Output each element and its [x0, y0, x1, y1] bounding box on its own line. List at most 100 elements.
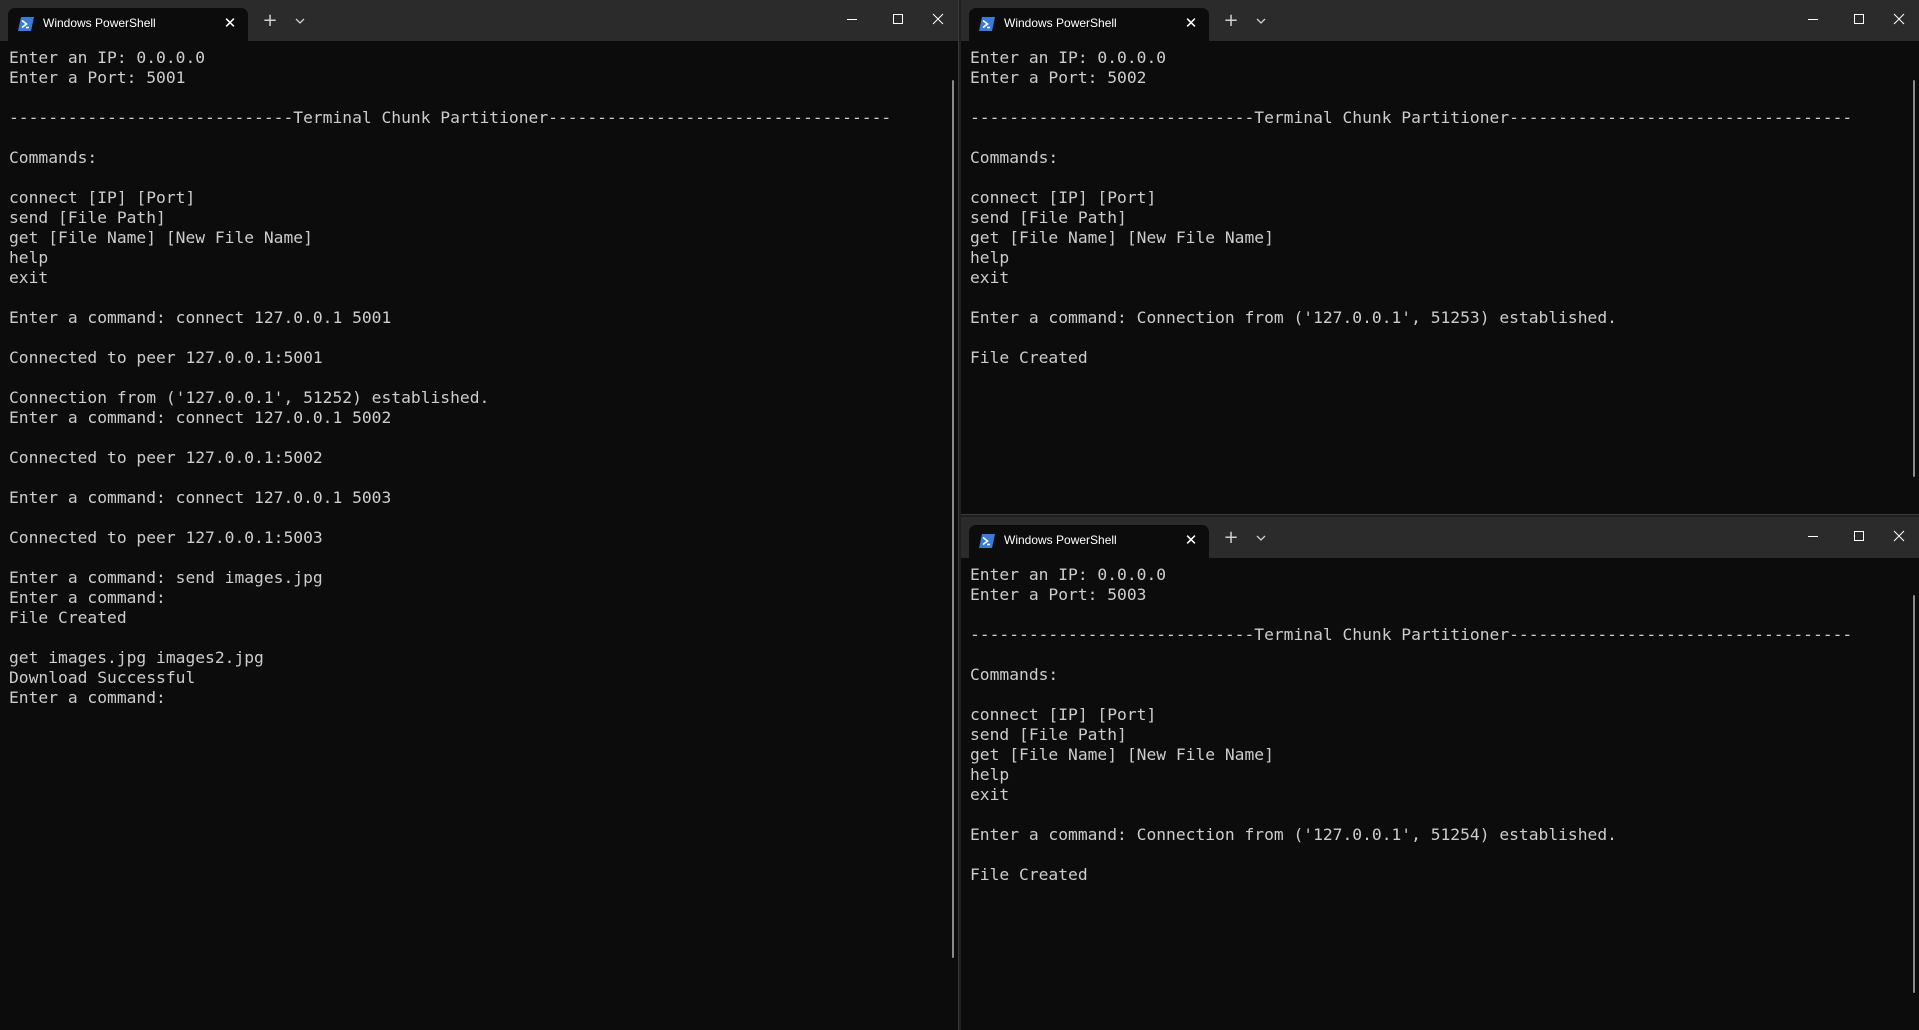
plus-icon[interactable]: + [1221, 528, 1241, 548]
maximize-button[interactable] [1839, 521, 1879, 551]
powershell-window-2[interactable]: Windows PowerShell ✕ + Enter an IP: 0.0.… [961, 0, 1919, 515]
terminal-line: help [9, 248, 49, 267]
terminal-line: Enter a Port: 5002 [970, 68, 1147, 87]
terminal-line: -----------------------------Terminal Ch… [970, 108, 1853, 127]
terminal-line: Commands: [9, 148, 98, 167]
terminal-output[interactable]: Enter an IP: 0.0.0.0 Enter a Port: 5003 -… [970, 565, 1899, 1030]
terminal-line: get [File Name] [New File Name] [970, 228, 1274, 247]
terminal-line: File Created [970, 865, 1088, 884]
scrollbar[interactable] [1913, 80, 1915, 477]
terminal-line: Download Successful [9, 668, 196, 687]
terminal-line: Enter an IP: 0.0.0.0 [9, 48, 206, 67]
terminal-line: Enter a command: send images.jpg [9, 568, 323, 587]
terminal-line: Commands: [970, 148, 1059, 167]
terminal-line: Connected to peer 127.0.0.1:5003 [9, 528, 323, 547]
terminal-line: get images.jpg images2.jpg [9, 648, 264, 667]
title-bar[interactable]: Windows PowerShell ✕ + [961, 517, 1919, 558]
terminal-line: exit [970, 785, 1010, 804]
terminal-line: Enter a command: connect 127.0.0.1 5003 [9, 488, 392, 507]
minimize-button[interactable] [1793, 4, 1833, 34]
terminal-line: Enter a command: connect 127.0.0.1 5002 [9, 408, 392, 427]
tab-close-icon[interactable]: ✕ [1183, 531, 1199, 549]
title-bar[interactable]: Windows PowerShell ✕ + [961, 0, 1919, 41]
maximize-button[interactable] [878, 4, 918, 34]
terminal-line: connect [IP] [Port] [9, 188, 196, 207]
tab-title: Windows PowerShell [1004, 533, 1117, 547]
tab-close-icon[interactable]: ✕ [1183, 14, 1199, 32]
terminal-line: -----------------------------Terminal Ch… [970, 625, 1853, 644]
close-button[interactable] [1879, 4, 1919, 34]
title-bar[interactable]: Windows PowerShell ✕ + [0, 0, 958, 41]
terminal-line: help [970, 765, 1010, 784]
terminal-line: Enter a Port: 5003 [970, 585, 1147, 604]
tab-windows-powershell[interactable]: Windows PowerShell ✕ [8, 8, 248, 41]
tab-close-icon[interactable]: ✕ [222, 14, 238, 32]
terminal-line: get [File Name] [New File Name] [9, 228, 313, 247]
terminal-line: connect [IP] [Port] [970, 188, 1157, 207]
terminal-output[interactable]: Enter an IP: 0.0.0.0 Enter a Port: 5001 -… [9, 48, 938, 1030]
terminal-line: send [File Path] [970, 208, 1127, 227]
close-button[interactable] [918, 4, 958, 34]
tab-windows-powershell[interactable]: Windows PowerShell ✕ [969, 8, 1209, 41]
terminal-line: exit [9, 268, 49, 287]
terminal-line: Enter a Port: 5001 [9, 68, 186, 87]
maximize-icon [1854, 14, 1864, 24]
minimize-icon [847, 19, 857, 20]
terminal-line: exit [970, 268, 1010, 287]
terminal-line: help [970, 248, 1010, 267]
terminal-line: Connected to peer 127.0.0.1:5001 [9, 348, 323, 367]
minimize-icon [1808, 536, 1818, 537]
terminal-line: Connected to peer 127.0.0.1:5002 [9, 448, 323, 467]
terminal-line: Connection from ('127.0.0.1', 51252) est… [9, 388, 490, 407]
close-button[interactable] [1879, 521, 1919, 551]
powershell-window-3[interactable]: Windows PowerShell ✕ + Enter an IP: 0.0.… [961, 517, 1919, 1030]
tab-title: Windows PowerShell [43, 16, 156, 30]
chevron-down-icon[interactable] [1251, 528, 1271, 548]
terminal-line: Enter an IP: 0.0.0.0 [970, 565, 1167, 584]
terminal-line: File Created [970, 348, 1088, 367]
terminal-line: -----------------------------Terminal Ch… [9, 108, 892, 127]
terminal-line: connect [IP] [Port] [970, 705, 1157, 724]
minimize-icon [1808, 19, 1818, 20]
powershell-window-1[interactable]: Windows PowerShell ✕ + Enter an IP: 0.0.… [0, 0, 959, 1030]
powershell-icon [979, 534, 995, 548]
chevron-down-icon[interactable] [1251, 11, 1271, 31]
terminal-line: Enter a command: Connection from ('127.0… [970, 825, 1617, 844]
plus-icon[interactable]: + [260, 11, 280, 31]
terminal-line: Enter a command: [9, 688, 166, 707]
minimize-button[interactable] [1793, 521, 1833, 551]
powershell-icon [979, 17, 995, 31]
minimize-button[interactable] [832, 4, 872, 34]
terminal-output[interactable]: Enter an IP: 0.0.0.0 Enter a Port: 5002 -… [970, 48, 1899, 514]
close-icon [1893, 530, 1905, 542]
desktop: Windows PowerShell ✕ + Enter an IP: 0.0.… [0, 0, 1919, 1030]
scrollbar[interactable] [1913, 595, 1915, 993]
tab-windows-powershell[interactable]: Windows PowerShell ✕ [969, 525, 1209, 558]
maximize-icon [893, 14, 903, 24]
chevron-down-icon[interactable] [290, 11, 310, 31]
scrollbar[interactable] [952, 80, 954, 958]
maximize-button[interactable] [1839, 4, 1879, 34]
powershell-icon [18, 17, 34, 31]
plus-icon[interactable]: + [1221, 11, 1241, 31]
terminal-line: get [File Name] [New File Name] [970, 745, 1274, 764]
close-icon [932, 13, 944, 25]
